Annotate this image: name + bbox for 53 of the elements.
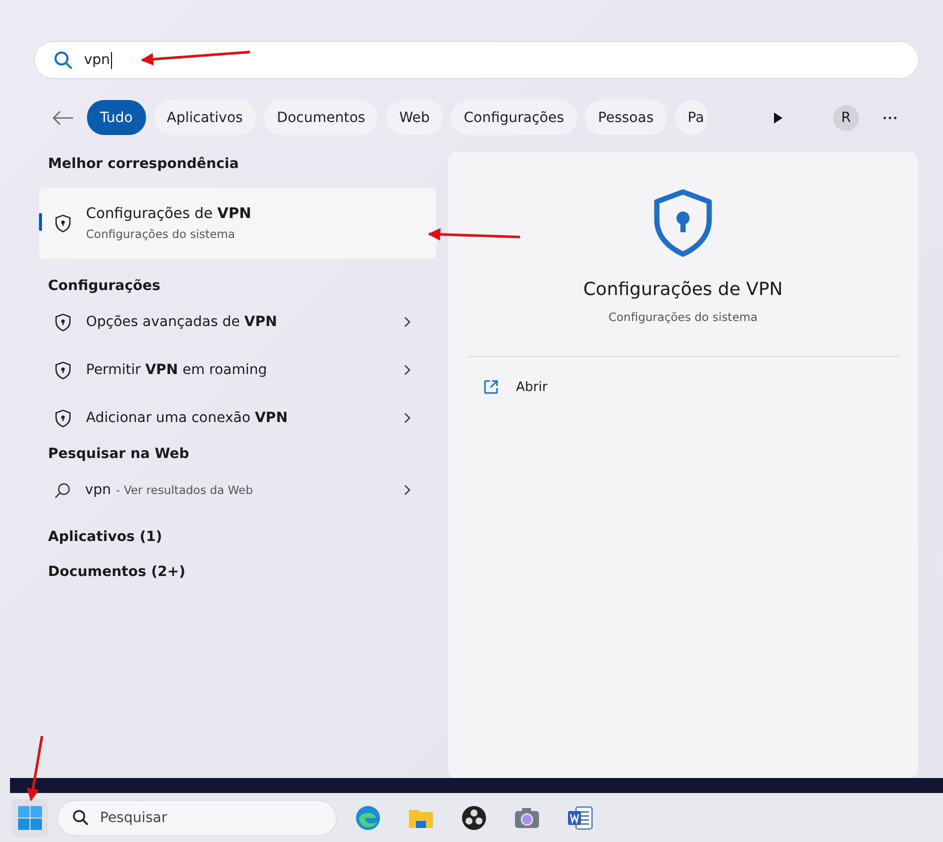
shield-lock-icon <box>54 408 72 428</box>
windows-logo-icon <box>17 804 43 830</box>
chevron-right-icon <box>403 412 411 424</box>
settings-result-item[interactable]: Permitir VPN em roaming <box>39 346 436 394</box>
filter-tab[interactable]: Configurações <box>450 100 578 135</box>
search-input-text: vpn <box>84 52 110 68</box>
web-hint: - Ver resultados da Web <box>116 483 254 497</box>
search-icon <box>53 50 73 70</box>
result-label: Opções avançadas de VPN <box>86 314 278 330</box>
section-heading: Configurações <box>47 277 162 296</box>
section-heading[interactable]: Aplicativos (1) <box>39 525 436 549</box>
open-external-icon <box>483 379 499 395</box>
preview-title: Configurações de VPN <box>583 279 783 300</box>
back-arrow-icon[interactable] <box>52 110 74 126</box>
more-icon[interactable] <box>883 116 897 120</box>
shield-lock-icon <box>54 214 72 233</box>
play-icon[interactable] <box>773 112 783 124</box>
filter-tab[interactable]: Pa <box>674 100 708 135</box>
section-heading: Pesquisar na Web <box>47 445 190 464</box>
web-result-item[interactable]: vpn - Ver resultados da Web <box>39 466 436 514</box>
taskbar-search-field[interactable]: Pesquisar <box>58 800 336 834</box>
filter-tab[interactable]: Web <box>386 100 443 135</box>
filter-tab[interactable]: Tudo <box>87 100 146 135</box>
section-heading: Melhor correspondência <box>47 155 240 174</box>
filter-tab[interactable]: Pessoas <box>585 100 667 135</box>
start-button[interactable] <box>12 798 48 836</box>
result-subtitle: Configurações do sistema <box>86 227 236 241</box>
preview-subtitle: Configurações do sistema <box>608 310 758 324</box>
annotation-arrow <box>26 736 44 802</box>
result-title: Configurações de VPN <box>86 206 252 222</box>
open-action[interactable]: Abrir <box>483 379 548 395</box>
search-field[interactable]: vpn <box>35 42 918 78</box>
web-query: vpn <box>85 482 112 498</box>
filter-tab[interactable]: Documentos <box>264 100 378 135</box>
search-icon <box>54 482 71 498</box>
result-label: Permitir VPN em roaming <box>86 362 268 378</box>
chevron-right-icon <box>403 484 411 496</box>
shield-lock-icon <box>54 360 72 380</box>
search-icon <box>72 809 89 826</box>
result-label: Adicionar uma conexão VPN <box>86 410 289 426</box>
account-avatar[interactable]: R <box>833 104 859 130</box>
shield-lock-icon <box>54 312 72 332</box>
section-heading[interactable]: Documentos (2+) <box>39 560 436 584</box>
recorder-app-icon[interactable] <box>460 804 488 832</box>
filter-tab[interactable]: Aplicativos <box>154 100 256 135</box>
browser-icon[interactable] <box>354 804 382 832</box>
chevron-right-icon <box>403 364 411 376</box>
selection-indicator <box>39 213 42 231</box>
settings-result-item[interactable]: Opções avançadas de VPN <box>39 298 436 346</box>
best-match-item[interactable]: Configurações de VPN Configurações do sistema <box>39 188 436 259</box>
chevron-right-icon <box>403 316 411 328</box>
settings-result-item[interactable]: Adicionar uma conexão VPN <box>39 394 436 442</box>
document-app-icon[interactable] <box>566 804 594 832</box>
